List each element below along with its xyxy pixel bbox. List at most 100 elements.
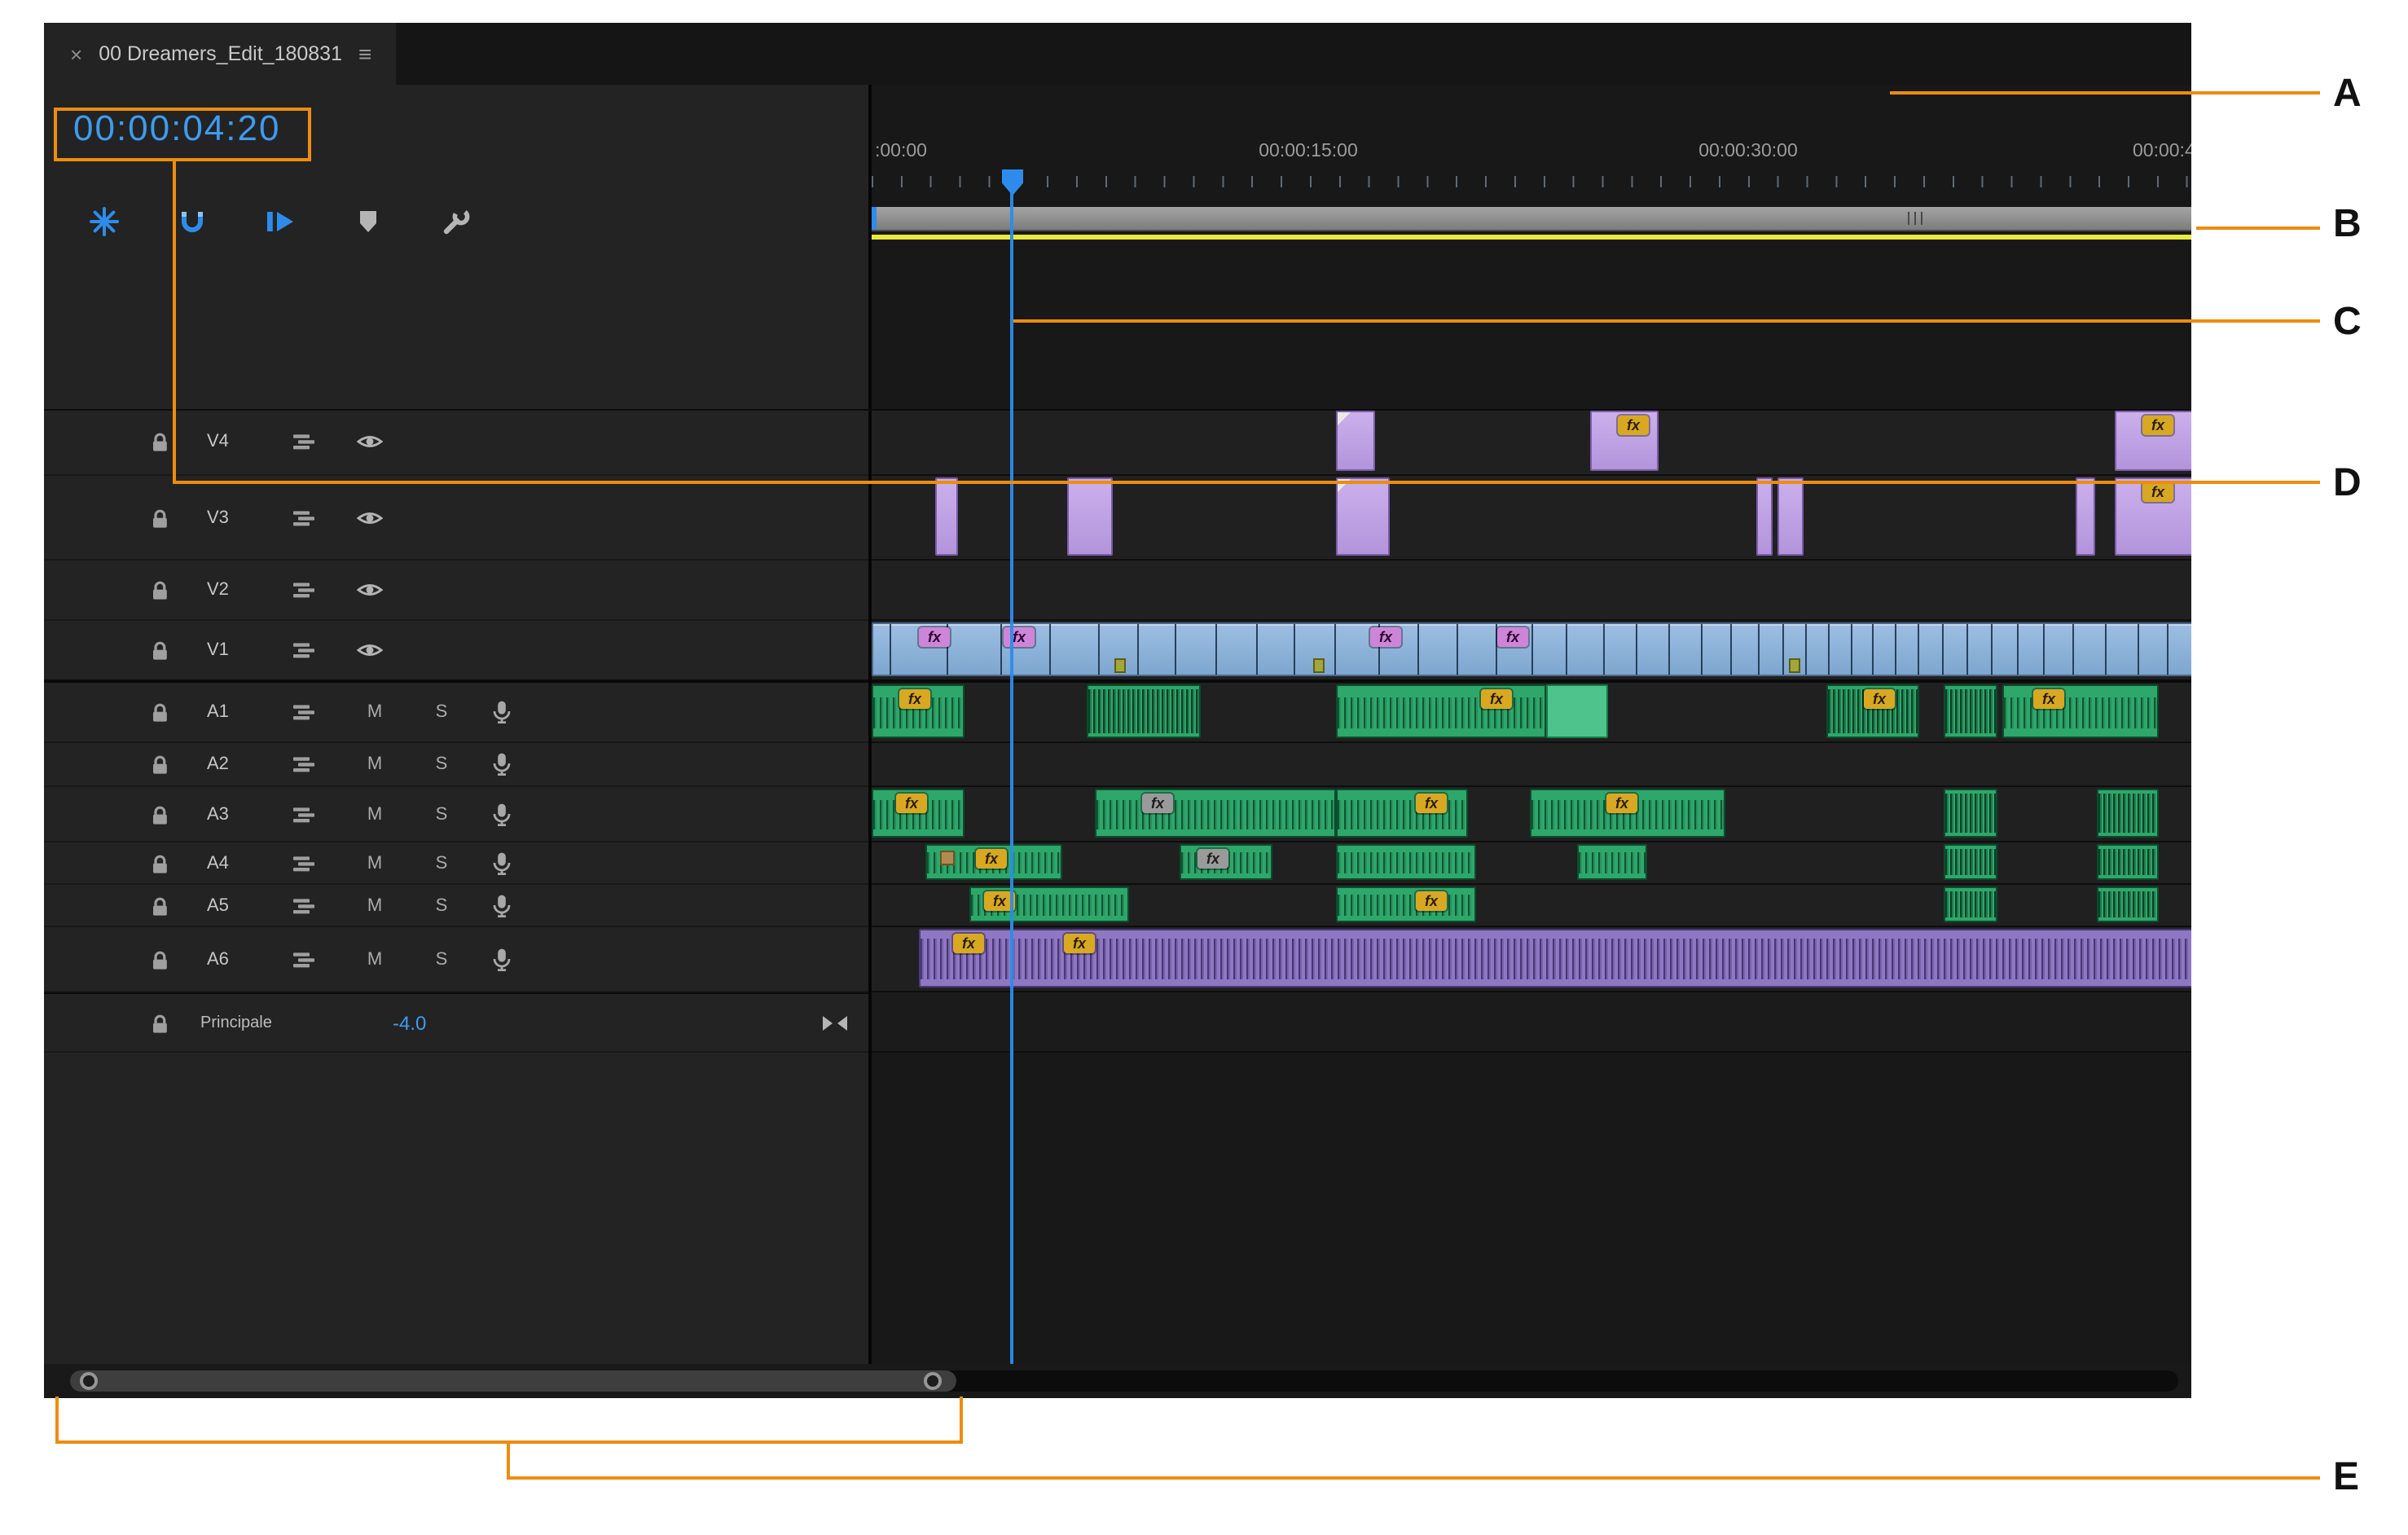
timeline-clip[interactable] <box>1546 684 1608 738</box>
timeline-clip[interactable] <box>1944 886 1997 922</box>
timeline-clip[interactable] <box>1756 477 1773 556</box>
sync-lock-icon[interactable] <box>292 431 316 452</box>
timeline-clip[interactable] <box>2097 886 2159 922</box>
timeline-clip[interactable] <box>1577 844 1647 880</box>
sync-lock-icon[interactable] <box>292 895 316 916</box>
lock-icon[interactable] <box>148 754 171 775</box>
sync-lock-icon[interactable] <box>292 948 316 970</box>
solo-button[interactable]: S <box>432 949 451 969</box>
timeline-clip[interactable] <box>1336 477 1390 556</box>
track-lane-v1[interactable]: fx fx fx fx <box>872 621 2191 683</box>
timeline-clip[interactable]: fx <box>1530 789 1725 838</box>
timeline-clip[interactable]: fx <box>1826 684 1919 738</box>
lock-icon[interactable] <box>148 431 171 452</box>
timeline-clip[interactable] <box>1944 844 1997 880</box>
timeline-clip[interactable]: fx fx <box>919 929 2191 987</box>
sync-lock-icon[interactable] <box>292 579 316 600</box>
track-lane-a2[interactable] <box>872 743 2191 787</box>
playhead-line[interactable] <box>1010 192 1013 1364</box>
solo-button[interactable]: S <box>432 895 451 915</box>
snap-icon[interactable] <box>174 204 210 240</box>
add-marker-icon[interactable] <box>350 204 386 240</box>
timeline-clip[interactable] <box>1067 477 1113 556</box>
track-lane-a4[interactable]: fx fx <box>872 842 2191 885</box>
voiceover-record-icon[interactable] <box>490 700 513 724</box>
timeline-clip[interactable]: fx <box>1336 886 1476 922</box>
track-lane-a3[interactable]: fx fx fx fx <box>872 787 2191 842</box>
timeline-clip[interactable] <box>2097 789 2159 838</box>
playhead-marker[interactable] <box>1002 169 1023 196</box>
sync-lock-icon[interactable] <box>292 852 316 873</box>
playhead-timecode[interactable]: 00:00:04:20 <box>73 108 280 150</box>
mute-button[interactable]: M <box>363 895 386 915</box>
mute-button[interactable]: M <box>363 754 386 774</box>
toggle-track-output-icon[interactable] <box>357 432 383 451</box>
timeline-clip[interactable] <box>2076 477 2095 556</box>
solo-button[interactable]: S <box>432 754 451 774</box>
voiceover-record-icon[interactable] <box>490 752 513 776</box>
panel-menu-icon[interactable]: ≡ <box>358 41 371 67</box>
timeline-scrollbar[interactable] <box>44 1364 2191 1398</box>
lock-icon[interactable] <box>148 507 171 528</box>
timeline-clip[interactable] <box>1777 477 1804 556</box>
sync-lock-icon[interactable] <box>292 754 316 775</box>
voiceover-record-icon[interactable] <box>490 851 513 875</box>
sync-lock-icon[interactable] <box>292 702 316 723</box>
timeline-clip[interactable] <box>1944 789 1997 838</box>
timeline-clip[interactable] <box>1336 844 1476 880</box>
time-ruler[interactable]: :00:00 00:00:15:00 00:00:30:00 00:00:4 <box>872 137 2191 187</box>
timeline-clip[interactable] <box>1944 684 1997 738</box>
timeline-clip[interactable]: fx <box>2115 411 2191 471</box>
timeline-clip[interactable]: fx <box>925 844 1062 880</box>
master-keyframes-icon[interactable] <box>823 1015 847 1030</box>
track-lane-a5[interactable]: fx fx <box>872 885 2191 927</box>
lock-icon[interactable] <box>148 1012 171 1033</box>
sync-lock-icon[interactable] <box>292 803 316 825</box>
solo-button[interactable]: S <box>432 804 451 824</box>
solo-button[interactable]: S <box>432 853 451 873</box>
close-tab-icon[interactable]: × <box>70 42 82 66</box>
voiceover-record-icon[interactable] <box>490 802 513 826</box>
voiceover-record-icon[interactable] <box>490 893 513 917</box>
track-lane-v3[interactable]: fx <box>872 476 2191 561</box>
lock-icon[interactable] <box>148 702 171 723</box>
track-lane-v4[interactable]: fx fx <box>872 409 2191 476</box>
timeline-clip[interactable] <box>1336 411 1375 471</box>
linked-selection-icon[interactable] <box>262 204 298 240</box>
timeline-clip[interactable]: fx <box>1180 844 1272 880</box>
toggle-track-output-icon[interactable] <box>357 580 383 600</box>
track-lane-master[interactable] <box>872 992 2191 1053</box>
work-area-bar[interactable] <box>872 207 2191 231</box>
zoom-handle-right[interactable] <box>924 1372 942 1390</box>
timeline-clip[interactable]: fx <box>1095 789 1336 838</box>
timeline-clip[interactable] <box>1087 684 1201 738</box>
scrollbar-track[interactable] <box>70 1370 2178 1392</box>
nest-toggle-icon[interactable] <box>86 204 122 240</box>
zoom-handle-left[interactable] <box>80 1372 98 1390</box>
solo-button[interactable]: S <box>432 702 451 722</box>
timeline-clip[interactable]: fx <box>872 789 965 838</box>
timeline-clip[interactable] <box>2097 844 2159 880</box>
voiceover-record-icon[interactable] <box>490 947 513 971</box>
timeline-clip[interactable] <box>935 477 958 556</box>
sync-lock-icon[interactable] <box>292 507 316 528</box>
track-lane-a1[interactable]: fx fx fx fx <box>872 683 2191 743</box>
sequence-tab[interactable]: × 00 Dreamers_Edit_180831 ≡ <box>44 23 397 85</box>
toggle-track-output-icon[interactable] <box>357 508 383 527</box>
lock-icon[interactable] <box>148 579 171 600</box>
mute-button[interactable]: M <box>363 804 386 824</box>
scrollbar-thumb[interactable] <box>70 1370 956 1392</box>
timeline-clip[interactable]: fx <box>1336 684 1546 738</box>
timeline-settings-icon[interactable] <box>438 204 474 240</box>
master-level-value[interactable]: -4.0 <box>393 1011 426 1034</box>
timeline-clip[interactable]: fx <box>2115 477 2191 556</box>
toggle-track-output-icon[interactable] <box>357 640 383 660</box>
track-lane-v2[interactable] <box>872 561 2191 621</box>
lock-icon[interactable] <box>148 948 171 970</box>
mute-button[interactable]: M <box>363 853 386 873</box>
timeline-clip[interactable]: fx fx fx fx <box>872 622 2191 676</box>
mute-button[interactable]: M <box>363 949 386 969</box>
timeline-clip[interactable]: fx <box>1336 789 1468 838</box>
timeline-clip[interactable]: fx <box>2002 684 2159 738</box>
timeline-clip[interactable]: fx <box>1590 411 1659 471</box>
